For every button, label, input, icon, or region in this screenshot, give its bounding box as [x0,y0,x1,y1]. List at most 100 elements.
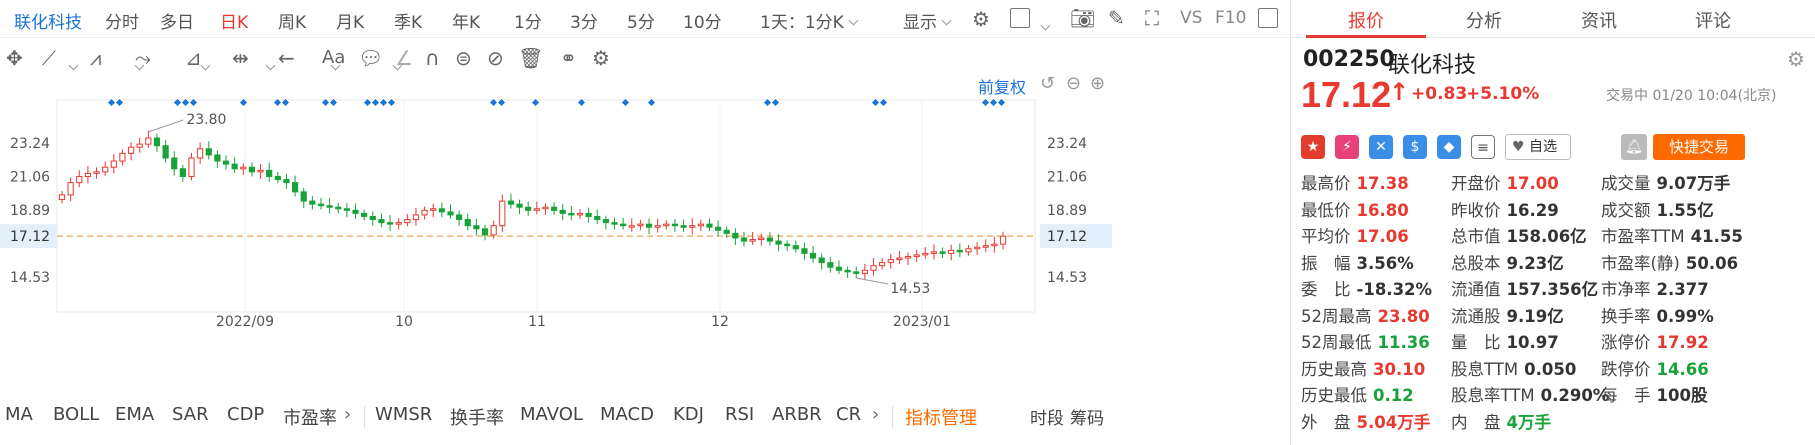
chevron-right-icon[interactable]: › [872,404,879,425]
stock-name-link[interactable]: 联化科技 [14,8,82,33]
vs-button[interactable]: VS [1180,8,1202,28]
tab-yearly-k[interactable]: 年K [452,8,480,33]
x-tick-label: 2022/09 [216,314,274,330]
stat-value: 50.06 [1685,253,1739,273]
trash-icon[interactable]: 🗑︎ [518,48,543,68]
measure-icon[interactable]: ⇹ [232,48,249,68]
ind-cr[interactable]: CR [836,404,861,425]
tab-10min[interactable]: 10分 [683,8,722,33]
eye-icon[interactable]: ⊜ [455,48,472,68]
bell-icon[interactable]: 🔔︎ [1621,134,1647,160]
tab-daily-k[interactable]: 日K [220,8,248,33]
f10-button[interactable]: F10 [1215,8,1246,28]
ind-rsi[interactable]: RSI [725,404,754,425]
ind-ma[interactable]: MA [5,404,33,425]
shuffle-icon[interactable]: ✕ [1369,135,1393,159]
stat-item: 流通股 9.19亿 [1451,303,1564,327]
tab-1min[interactable]: 1分 [514,8,542,33]
tab-intraday[interactable]: 分时 [105,8,139,33]
stat-value: 9.23亿 [1506,253,1564,273]
tab-analysis[interactable]: 分析 [1419,7,1549,33]
ind-macd[interactable]: MACD [600,404,654,425]
stat-value: 17.06 [1356,227,1409,246]
tab-monthly-k[interactable]: 月K [336,8,364,33]
stat-label: 内 盘 [1451,412,1501,432]
tab-quote[interactable]: 报价 [1301,7,1431,33]
chevron-right-icon[interactable]: › [344,404,351,425]
settings-icon[interactable]: ⚙ [592,48,610,68]
candle-body [965,248,972,253]
ind-pe[interactable]: 市盈率 [283,404,337,430]
indicator-manage-button[interactable]: 指标管理 [905,404,977,430]
tab-weekly-k[interactable]: 周K [278,8,306,33]
tab-5min[interactable]: 5分 [627,8,655,33]
panel-toggle-icon[interactable] [1258,8,1278,28]
hide-icon[interactable]: ⊘ [487,48,504,68]
stat-value: -18.32% [1356,280,1433,299]
ind-sar[interactable]: SAR [172,404,209,425]
trading-status: 交易中 01/20 10:04(北京) [1606,88,1777,104]
y-tick-label-right: 14.53 [1047,270,1087,286]
link-icon[interactable]: ⚭ [560,48,577,68]
zoom-out-icon[interactable]: ⊖ [1066,73,1081,94]
adjust-mode-button[interactable]: 前复权 [978,74,1026,98]
arrow-tool-icon[interactable]: ← [278,48,295,68]
tab-timeframe-select[interactable]: 1天：1分K [760,8,859,33]
line-tool-icon[interactable]: ⟋ [42,48,56,68]
pencil-icon[interactable]: ✎ [1108,8,1125,28]
chevron-down-icon[interactable] [200,60,211,71]
chips-button[interactable]: 筹码 [1070,404,1104,429]
zoom-in-icon[interactable]: ⊕ [1090,73,1105,94]
candle-body [499,200,506,227]
candle-body [102,166,109,173]
ind-mavol[interactable]: MAVOL [520,404,583,425]
ind-cdp[interactable]: CDP [227,404,264,425]
add-watchlist-button[interactable]: ♥ 自选 [1505,134,1571,160]
candle-body [818,257,825,264]
ind-turnover[interactable]: 换手率 [450,404,504,430]
undo-icon[interactable]: ↺ [1040,73,1055,94]
ind-kdj[interactable]: KDJ [673,404,704,425]
margin-icon[interactable]: ⚡ [1335,135,1359,159]
polyline-tool-icon[interactable]: ⩘ [90,48,101,68]
camera-icon[interactable]: 📷︎ [1070,8,1095,28]
magnet-icon[interactable]: ∩ [425,48,440,68]
fullscreen-icon[interactable]: ⛶ [1145,8,1159,28]
chart-type-icon[interactable] [1010,8,1030,28]
move-icon[interactable]: ✥ [6,48,23,68]
wave-tool-icon[interactable]: ⤳ [135,48,151,68]
ind-wmsr[interactable]: WMSR [375,404,432,425]
candle-body [550,206,558,211]
candle-body [404,219,411,224]
note-icon[interactable]: ≡ [1471,135,1495,159]
gear-icon[interactable]: ⚙ [1787,47,1805,71]
tab-news[interactable]: 资讯 [1534,7,1664,33]
comment-icon[interactable]: 💬︎ [358,48,383,68]
text-tool-icon[interactable]: Aa [322,48,345,68]
fib-tool-icon[interactable]: ⊿ [185,48,202,68]
ind-ema[interactable]: EMA [115,404,154,425]
angle-icon[interactable]: ∠ [395,48,413,68]
indicator-bar: MA BOLL EMA SAR CDP 市盈率 › WMSR 换手率 MAVOL… [0,400,1290,430]
candle-body [792,245,799,250]
dollar-icon[interactable]: $ [1403,135,1427,159]
ind-arbr[interactable]: ARBR [772,404,822,425]
chevron-down-icon[interactable] [68,60,79,71]
tab-multiday[interactable]: 多日 [160,8,194,33]
ind-boll[interactable]: BOLL [53,404,99,425]
candle-body [231,163,238,170]
chevron-down-icon[interactable] [1040,20,1051,31]
quick-trade-button[interactable]: 快捷交易 [1653,134,1745,160]
gear-icon[interactable]: ⚙ [972,9,990,29]
tab-quarterly-k[interactable]: 季K [394,8,422,33]
period-button[interactable]: 时段 [1030,404,1064,429]
divider [364,406,365,428]
stat-value: 10.97 [1506,333,1559,352]
tag-icon[interactable]: ◆ [1437,135,1461,159]
display-menu[interactable]: 显示 [903,8,952,33]
tab-3min[interactable]: 3分 [570,8,598,33]
chevron-down-icon[interactable] [265,60,276,71]
tab-comments[interactable]: 评论 [1648,7,1778,33]
candle-body [481,228,489,236]
kline-chart[interactable]: 23.24 23.24 21.06 21.06 18.89 18.89 14.53 14.53… [0,73,1290,400]
